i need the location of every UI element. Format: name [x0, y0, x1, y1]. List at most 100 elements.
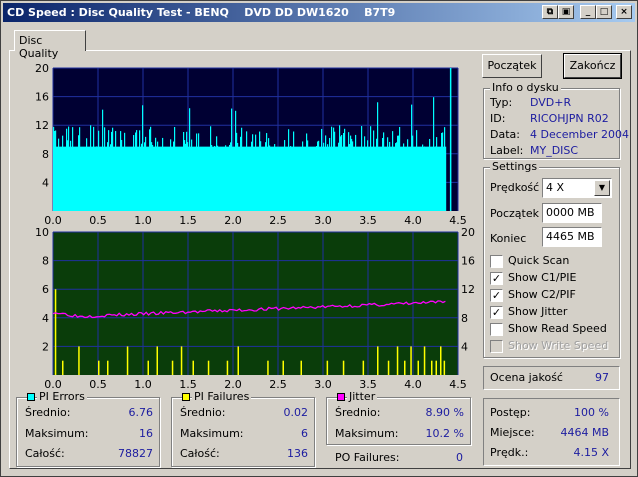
- type-value: DVD+R: [530, 96, 572, 109]
- pi-failures-y-tick-left: 10: [35, 226, 49, 239]
- jitter-y-tick-right: 4: [461, 340, 468, 353]
- pi-errors-avg-value: 6.76: [128, 406, 154, 419]
- id-label: ID:: [490, 112, 506, 125]
- pi-failures-x-tick: 4.5: [449, 378, 467, 391]
- pi-failures-bar: [377, 346, 379, 375]
- start-pos-input[interactable]: 0000 MB: [542, 203, 602, 223]
- start-button[interactable]: Początek: [482, 54, 542, 78]
- maximize-button[interactable]: □: [596, 5, 612, 19]
- pi-errors-x-tick: 2.5: [269, 214, 287, 227]
- pi-failures-bar: [440, 346, 442, 375]
- checkbox-show-c1-pie[interactable]: ✓: [490, 272, 503, 285]
- app-window: CD Speed : Disc Quality Test - BENQ DVD …: [0, 0, 638, 477]
- pi-failures-x-tick: 0.5: [89, 378, 107, 391]
- pi-failures-bar: [431, 360, 433, 375]
- start-pos-label: Początek: [490, 207, 539, 220]
- window-title: CD Speed : Disc Quality Test - BENQ DVD …: [3, 3, 635, 22]
- pi-failures-bar: [147, 360, 149, 375]
- pi-errors-group: PI Errors Średnio: 6.76 Maksimum: 16 Cał…: [16, 390, 160, 467]
- checkbox-show-jitter[interactable]: ✓: [490, 306, 503, 319]
- checkbox-label-show-c1-pie: Show C1/PIE: [508, 271, 577, 284]
- pi-failures-bar: [107, 360, 109, 375]
- pi-failures-bar: [282, 360, 284, 375]
- end-pos-label: Koniec: [490, 232, 527, 245]
- progress-label: Postęp:: [490, 406, 531, 419]
- pi-errors-total-value: 78827: [118, 447, 153, 460]
- checkbox-quick-scan[interactable]: [490, 255, 503, 268]
- po-failures-value: 0: [456, 451, 463, 464]
- jitter-y-tick-right: 16: [461, 255, 475, 268]
- checkbox-show-c2-pif[interactable]: ✓: [490, 289, 503, 302]
- pi-failures-bar: [98, 360, 100, 375]
- copy-icon[interactable]: ⧉: [542, 5, 558, 19]
- tab-disc-quality[interactable]: Disc Quality: [14, 30, 86, 60]
- speed-select[interactable]: 4 X ▼: [542, 178, 612, 198]
- pi-failures-title: PI Failures: [192, 390, 252, 403]
- save-icon[interactable]: ▣: [558, 5, 574, 19]
- chevron-down-icon[interactable]: ▼: [594, 180, 610, 196]
- pi-failures-bar: [62, 360, 64, 375]
- pi-errors-x-tick: 3.5: [359, 214, 377, 227]
- end-pos-input[interactable]: 4465 MB: [542, 227, 602, 247]
- checkbox-label-quick-scan: Quick Scan: [508, 254, 570, 267]
- stop-button[interactable]: Zakończ: [563, 53, 622, 79]
- pi-failures-y-tick-left: 2: [42, 340, 49, 353]
- quality-score-box: Ocena jakość 97: [483, 366, 620, 390]
- label-value: MY_DISC: [530, 144, 579, 157]
- checkbox-label-show-c2-pif: Show C2/PIF: [508, 288, 576, 301]
- pi-failures-avg-value: 0.02: [283, 406, 309, 419]
- pi-failures-bar: [404, 360, 406, 375]
- jitter-swatch: [337, 393, 345, 401]
- pi-errors-x-tick: 1.5: [179, 214, 197, 227]
- pi-errors-y-tick: 20: [35, 62, 49, 75]
- pi-errors-swatch: [27, 393, 35, 401]
- checkbox-label-show-write-speed: Show Write Speed: [508, 339, 609, 352]
- pi-errors-x-tick: 2.0: [224, 214, 242, 227]
- id-value: RICOHJPN R02: [530, 112, 609, 125]
- pi-failures-bar: [267, 360, 269, 375]
- pi-failures-y-tick-left: 6: [42, 283, 49, 296]
- pi-failures-bar: [410, 346, 412, 375]
- pi-failures-x-tick: 3.0: [314, 378, 332, 391]
- checkbox-label-show-read-speed: Show Read Speed: [508, 322, 607, 335]
- jitter-y-tick-right: 12: [461, 283, 475, 296]
- pi-failures-bar: [300, 360, 302, 375]
- quality-score-value: 97: [595, 371, 609, 384]
- pi-failures-bar: [396, 346, 399, 375]
- minimize-button[interactable]: _: [580, 5, 596, 19]
- checkbox-label-show-jitter: Show Jitter: [508, 305, 568, 318]
- pi-failures-bar: [192, 360, 194, 375]
- close-button[interactable]: ×: [616, 5, 632, 19]
- jitter-y-tick-right: 8: [461, 312, 468, 325]
- pi-failures-bar: [342, 360, 345, 375]
- settings-group: Settings Prędkość 4 X ▼ Początek 0000 MB…: [483, 160, 620, 358]
- progress-box: Postęp: 100 % Miejsce: 4464 MB Prędk.: 4…: [483, 398, 620, 466]
- po-failures-label: PO Failures:: [335, 451, 400, 464]
- speed-select-value: 4 X: [546, 181, 565, 194]
- settings-title: Settings: [490, 160, 540, 173]
- position-label: Miejsce:: [490, 426, 535, 439]
- pi-errors-y-tick: 12: [35, 119, 49, 132]
- pi-failures-bar: [226, 360, 229, 375]
- jitter-max-label: Maksimum:: [335, 427, 399, 440]
- pi-failures-total-value: 136: [287, 447, 308, 460]
- pi-failures-bar: [171, 360, 174, 375]
- type-label: Typ:: [490, 96, 513, 109]
- pi-errors-max-value: 16: [139, 427, 153, 440]
- pi-failures-y-tick-left: 4: [42, 312, 49, 325]
- progress-value: 100 %: [574, 406, 609, 419]
- pi-errors-x-tick: 4.0: [404, 214, 422, 227]
- jitter-group: Jitter Średnio: 8.90 % Maksimum: 10.2 %: [326, 390, 471, 445]
- quality-score-label: Ocena jakość: [490, 371, 563, 384]
- pi-errors-title: PI Errors: [37, 390, 87, 403]
- pi-failures-avg-label: Średnio:: [180, 406, 226, 419]
- disc-info-group: Info o dysku Typ: DVD+R ID: RICOHJPN R02…: [483, 81, 629, 159]
- pi-errors-bar: [449, 68, 452, 211]
- pi-failures-bar: [435, 360, 437, 375]
- pi-failures-bar: [362, 360, 365, 375]
- checkbox-show-write-speed: [490, 340, 503, 353]
- jitter-title: Jitter: [347, 390, 378, 403]
- pi-failures-max-value: 6: [301, 427, 308, 440]
- jitter-avg-label: Średnio:: [335, 406, 381, 419]
- checkbox-show-read-speed[interactable]: [490, 323, 503, 336]
